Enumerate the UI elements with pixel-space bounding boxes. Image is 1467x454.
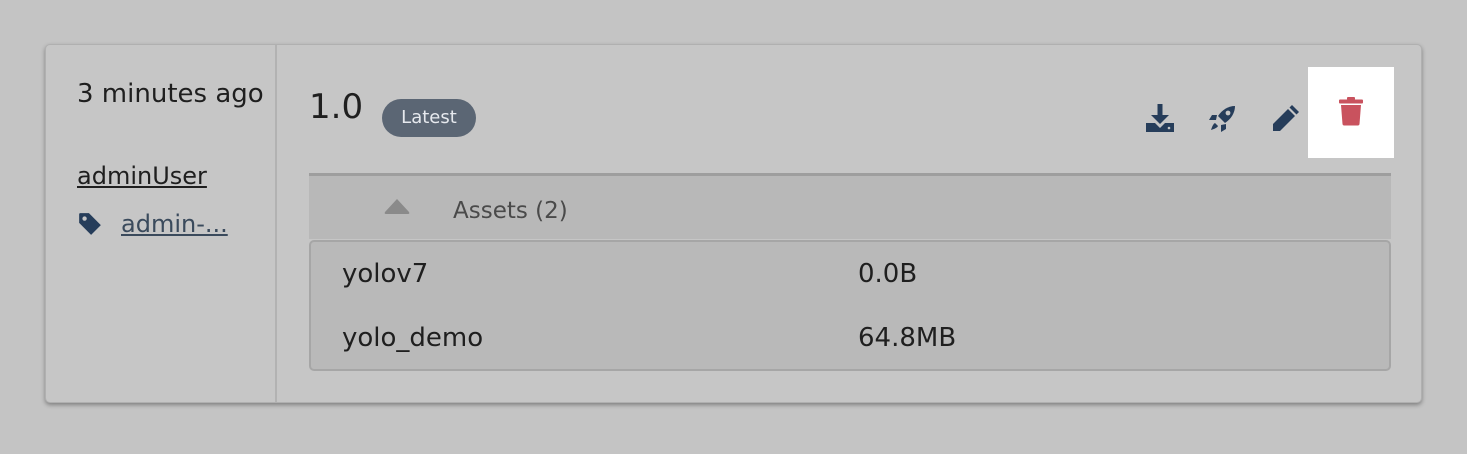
edit-button[interactable] — [1269, 101, 1303, 135]
delete-button[interactable] — [1308, 67, 1394, 158]
latest-badge: Latest — [382, 99, 476, 137]
release-tag-row: admin-... — [77, 209, 233, 239]
assets-panel: Assets (2) yolov7 0.0B yolo_demo 64.8MB — [309, 173, 1391, 371]
release-version: 1.0 — [309, 87, 364, 127]
asset-name: yolo_demo — [342, 323, 484, 353]
assets-title: Assets (2) — [453, 198, 568, 224]
assets-table: yolov7 0.0B yolo_demo 64.8MB — [309, 240, 1391, 371]
tag-icon — [77, 211, 103, 237]
asset-size: 0.0B — [858, 259, 918, 289]
release-meta-panel: 3 minutes ago adminUser admin-... — [46, 45, 277, 402]
release-card: 3 minutes ago adminUser admin-... 1.0 La… — [45, 44, 1422, 403]
rocket-icon — [1208, 103, 1238, 133]
asset-size: 64.8MB — [858, 323, 957, 353]
download-button[interactable] — [1143, 101, 1177, 135]
asset-name: yolov7 — [342, 259, 429, 289]
trash-icon — [1338, 96, 1364, 130]
download-icon — [1145, 103, 1175, 133]
pencil-icon — [1271, 103, 1301, 133]
release-time: 3 minutes ago — [77, 79, 264, 109]
asset-row: yolo_demo 64.8MB — [311, 318, 1389, 358]
release-tag-link[interactable]: admin-... — [121, 209, 233, 239]
release-main-panel: 1.0 Latest Assets (2) yolov7 0.0B yolo_d… — [277, 45, 1421, 402]
asset-row: yolov7 0.0B — [311, 254, 1389, 294]
release-author-link[interactable]: adminUser — [77, 161, 207, 191]
deploy-button[interactable] — [1206, 101, 1240, 135]
assets-toggle[interactable]: Assets (2) — [309, 173, 1391, 239]
